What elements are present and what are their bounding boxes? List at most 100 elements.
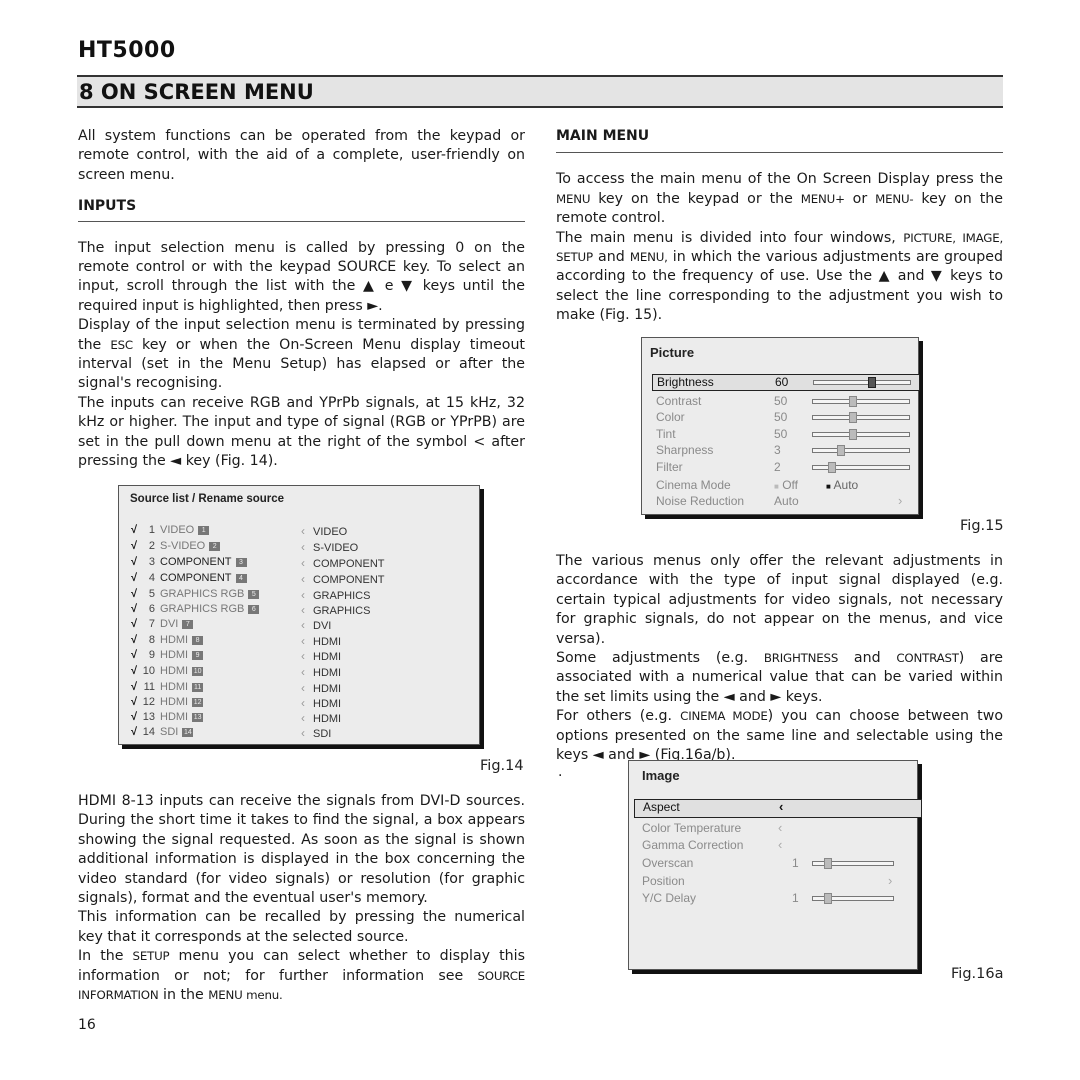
cinema-mode-off-option[interactable]: ■ Off [774,478,798,492]
menus-paragraph: The various menus only offer the relevan… [556,553,1003,647]
rename-field[interactable]: ‹ SDI [301,726,331,740]
check-icon: √ [131,726,138,738]
setting-label: Aspect [643,800,680,814]
rename-value: SDI [313,728,332,740]
source-name: HDMI [160,649,189,661]
cinema-mode-row[interactable]: Cinema Mode ■ Off ■ Auto [656,478,914,494]
setting-slider[interactable] [813,377,911,388]
picture-menu-row[interactable]: Sharpness 3 [656,443,914,459]
source-name: HDMI [160,681,189,693]
noise-reduction-row[interactable]: Noise Reduction Auto › [656,493,914,510]
picture-menu-row[interactable]: Filter 2 [656,460,914,476]
source-number-badge: 2 [209,542,221,551]
setting-label: Filter [656,460,683,474]
rename-field[interactable]: ‹ HDMI [301,681,341,695]
rename-value: HDMI [313,683,342,695]
rename-field[interactable]: ‹ HDMI [301,665,341,679]
chevron-left-icon: ‹ [301,618,305,632]
cinema-mode-text: CINEMA MODE [680,709,768,724]
rename-field[interactable]: ‹ HDMI [301,696,341,710]
image-menu-row[interactable]: Y/C Delay 1 [642,891,912,907]
slider-thumb[interactable] [824,858,832,869]
rename-field[interactable]: ‹ VIDEO [301,524,347,538]
slider-thumb[interactable] [824,893,832,904]
rename-field[interactable]: ‹ HDMI [301,649,341,663]
setting-slider[interactable] [812,396,910,407]
setting-value: 3 [774,443,781,457]
chevron-left-icon: ‹ [301,556,305,570]
source-list-row[interactable]: √ 2 S-VIDEO 2 ‹ S-VIDEO [131,540,358,556]
rename-field[interactable]: ‹ HDMI [301,634,341,648]
text: and [592,249,630,266]
picture-menu-row[interactable]: Contrast 50 [656,394,914,410]
noise-reduction-value: Auto [774,494,799,508]
rename-value: VIDEO [313,526,348,538]
image-menu-row[interactable]: Position › [642,873,912,890]
fig15-label: Fig.15 [960,518,1004,534]
source-number: 10 [142,665,155,677]
source-number: 5 [148,588,155,600]
source-list-row[interactable]: √ 3 COMPONENT 3 ‹ COMPONENT [131,556,385,572]
source-list-row[interactable]: √ 7 DVI 7 ‹ DVI [131,618,331,634]
slider-thumb[interactable] [849,429,857,440]
source-number: 3 [148,556,155,568]
source-list-row[interactable]: √ 9 HDMI 9 ‹ HDMI [131,649,341,665]
rename-field[interactable]: ‹ DVI [301,618,331,632]
source-number: 13 [142,711,155,723]
rename-field[interactable]: ‹ S-VIDEO [301,540,358,554]
text: key or when the On-Screen Menu display t… [78,336,525,392]
recall-paragraph: This information can be recalled by pres… [78,909,525,945]
rename-field[interactable]: ‹ GRAPHICS [301,588,370,602]
source-list-row[interactable]: √ 10 HDMI 10 ‹ HDMI [131,665,341,681]
chevron-left-icon[interactable]: ‹ [779,799,783,814]
rename-field[interactable]: ‹ GRAPHICS [301,603,370,617]
chevron-left-icon[interactable]: ‹ [778,837,782,852]
rename-field[interactable]: ‹ COMPONENT [301,556,385,570]
source-list-row[interactable]: √ 8 HDMI 8 ‹ HDMI [131,634,341,650]
source-list-row[interactable]: √ 4 COMPONENT 4 ‹ COMPONENT [131,572,385,588]
source-list-row[interactable]: √ 5 GRAPHICS RGB 5 ‹ GRAPHICS [131,588,370,604]
setting-label: Brightness [657,375,714,389]
chevron-left-icon[interactable]: ‹ [778,820,782,835]
image-menu-row[interactable]: Color Temperature ‹ [642,820,912,837]
check-icon: √ [131,711,138,723]
source-list-row[interactable]: √ 6 GRAPHICS RGB 6 ‹ GRAPHICS [131,603,370,619]
setting-slider[interactable] [812,412,910,423]
slider-thumb[interactable] [828,462,836,473]
slider-thumb[interactable] [849,396,857,407]
picture-menu-row[interactable]: Brightness 60 [652,374,920,391]
chevron-left-icon: ‹ [301,726,305,740]
source-number: 6 [148,603,155,615]
source-list-row[interactable]: √ 11 HDMI 11 ‹ HDMI [131,681,341,697]
source-list-row[interactable]: √ 14 SDI 14 ‹ SDI [131,726,331,742]
source-number: 11 [143,681,155,693]
slider-thumb[interactable] [868,377,876,388]
slider-thumb[interactable] [837,445,845,456]
source-list-row[interactable]: √ 1 VIDEO 1 ‹ VIDEO [131,524,347,540]
image-menu-row[interactable]: Gamma Correction ‹ [642,837,912,854]
picture-menu-row[interactable]: Color 50 [656,410,914,426]
source-number-badge: 12 [192,698,204,707]
image-menu-row[interactable]: Overscan 1 [642,856,912,872]
rename-field[interactable]: ‹ HDMI [301,711,341,725]
setting-slider[interactable] [812,893,894,904]
setting-slider[interactable] [812,429,910,440]
image-menu-title: Image [642,768,680,783]
source-name: HDMI [160,696,189,708]
setting-slider[interactable] [812,858,894,869]
source-list-row[interactable]: √ 12 HDMI 12 ‹ HDMI [131,696,341,712]
picture-menu-row[interactable]: Tint 50 [656,427,914,443]
image-menu-row[interactable]: Aspect ‹ [634,799,922,818]
rename-field[interactable]: ‹ COMPONENT [301,572,385,586]
setting-slider[interactable] [812,462,910,473]
chevron-right-icon[interactable]: › [888,873,892,888]
cinema-mode-auto-option[interactable]: ■ Auto [826,478,858,492]
check-icon: √ [131,603,138,615]
setting-slider[interactable] [812,445,910,456]
text: or [844,190,876,207]
source-list-row[interactable]: √ 13 HDMI 13 ‹ HDMI [131,711,341,727]
main-menu-paragraph-2: The main menu is divided into four windo… [556,229,1003,326]
slider-thumb[interactable] [849,412,857,423]
chevron-left-icon: ‹ [301,681,305,695]
intro-paragraph: All system functions can be operated fro… [78,128,525,183]
